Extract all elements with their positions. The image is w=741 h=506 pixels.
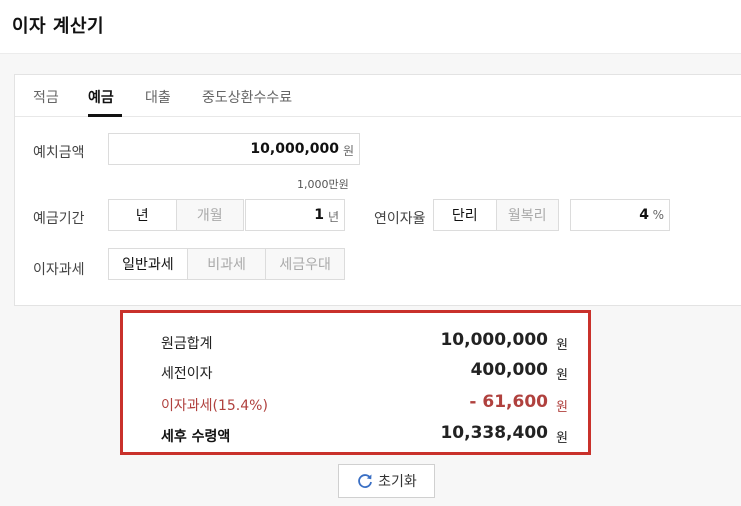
rate-unit: % bbox=[652, 208, 664, 222]
result-tax-row: 이자과세(15.4%) - 61,600 원 bbox=[161, 391, 568, 415]
taxation-general[interactable]: 일반과세 bbox=[109, 249, 187, 279]
deposit-period-label: 예금기간 bbox=[33, 211, 85, 227]
result-pretax-interest-label: 세전이자 bbox=[161, 366, 213, 382]
rate-value: 4 bbox=[639, 207, 649, 223]
result-tax-label: 이자과세(15.4%) bbox=[161, 398, 268, 414]
deposit-amount-unit: 원 bbox=[342, 144, 354, 158]
tab-bar: 적금 예금 대출 중도상환수수료 bbox=[15, 75, 741, 117]
result-pretax-interest-unit: 원 bbox=[556, 368, 568, 383]
result-principal-unit: 원 bbox=[556, 338, 568, 353]
deposit-amount-label: 예치금액 bbox=[33, 145, 85, 161]
header-bar: 이자 계산기 bbox=[0, 0, 741, 54]
taxation-exempt[interactable]: 비과세 bbox=[186, 249, 266, 279]
result-tax-unit: 원 bbox=[556, 400, 568, 415]
taxation-toggle: 일반과세 비과세 세금우대 bbox=[108, 248, 345, 280]
tab-installment-savings[interactable]: 적금 bbox=[33, 87, 59, 107]
tab-deposit[interactable]: 예금 bbox=[88, 87, 114, 107]
taxation-preferential[interactable]: 세금우대 bbox=[265, 249, 345, 279]
interest-simple[interactable]: 단리 bbox=[434, 200, 496, 230]
interest-monthly-compound[interactable]: 월복리 bbox=[495, 200, 558, 230]
period-unit-year[interactable]: 년 bbox=[109, 200, 176, 230]
page-title: 이자 계산기 bbox=[12, 16, 105, 37]
period-unit-month[interactable]: 개월 bbox=[175, 200, 243, 230]
rate-input[interactable]: 4 % bbox=[570, 199, 670, 231]
reset-button-label: 초기화 bbox=[378, 474, 417, 490]
reset-button[interactable]: 초기화 bbox=[338, 464, 435, 498]
result-tax-value: - 61,600 bbox=[469, 392, 548, 412]
result-summary-box: 원금합계 10,000,000 원 세전이자 400,000 원 이자과세(15… bbox=[120, 310, 591, 455]
calculator-card: 적금 예금 대출 중도상환수수료 예치금액 10,000,000 원 1,000… bbox=[14, 74, 741, 306]
taxation-label: 이자과세 bbox=[33, 262, 85, 278]
deposit-amount-hint: 1,000만원 bbox=[297, 178, 349, 191]
result-net-label: 세후 수령액 bbox=[161, 429, 231, 445]
result-principal-label: 원금합계 bbox=[161, 336, 213, 352]
active-tab-indicator bbox=[88, 114, 122, 117]
period-unit: 년 bbox=[327, 210, 339, 224]
period-unit-toggle: 년 개월 bbox=[108, 199, 244, 231]
period-input[interactable]: 1 년 bbox=[245, 199, 345, 231]
result-net-unit: 원 bbox=[556, 431, 568, 446]
result-pretax-interest-row: 세전이자 400,000 원 bbox=[161, 359, 568, 383]
annual-rate-label: 연이자율 bbox=[374, 211, 426, 227]
result-principal-value: 10,000,000 bbox=[440, 330, 548, 350]
deposit-amount-input[interactable]: 10,000,000 원 bbox=[108, 133, 360, 165]
result-net-row: 세후 수령액 10,338,400 원 bbox=[161, 422, 568, 446]
deposit-amount-value: 10,000,000 bbox=[250, 141, 339, 157]
result-net-value: 10,338,400 bbox=[440, 423, 548, 443]
refresh-icon bbox=[356, 472, 374, 490]
period-value: 1 bbox=[314, 207, 324, 223]
interest-type-toggle: 단리 월복리 bbox=[433, 199, 559, 231]
tab-loan[interactable]: 대출 bbox=[145, 87, 171, 107]
result-pretax-interest-value: 400,000 bbox=[470, 360, 548, 380]
result-principal-row: 원금합계 10,000,000 원 bbox=[161, 329, 568, 353]
tab-prepayment-fee[interactable]: 중도상환수수료 bbox=[202, 87, 292, 107]
